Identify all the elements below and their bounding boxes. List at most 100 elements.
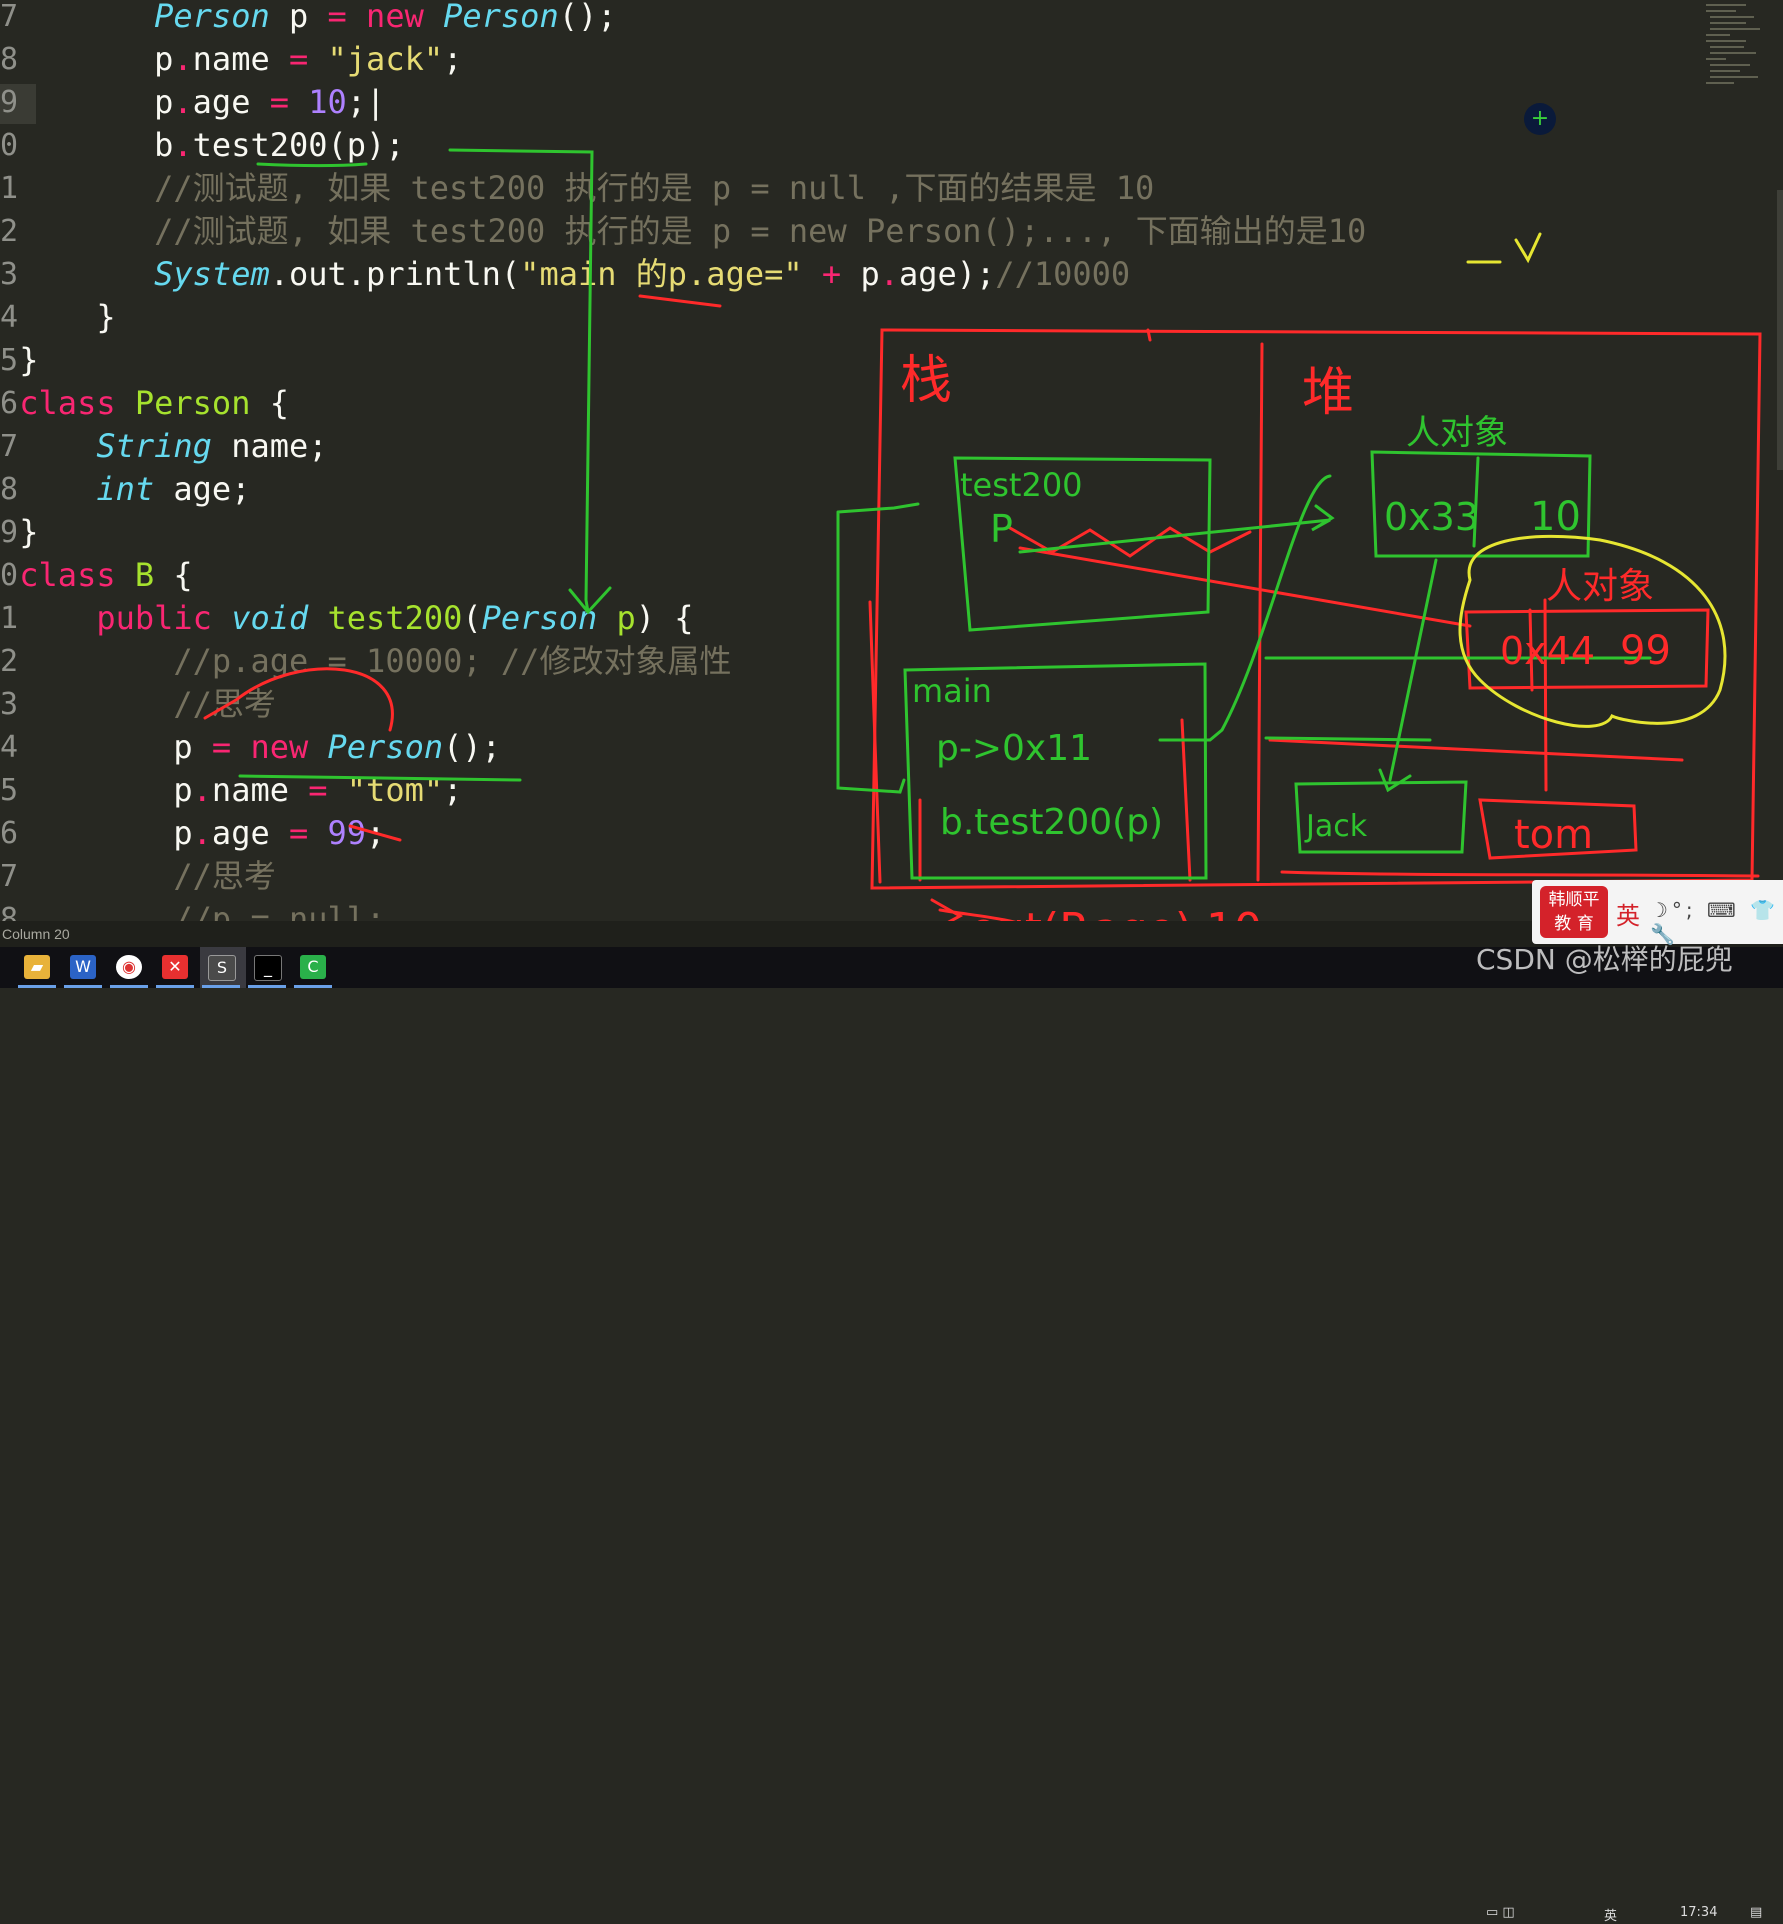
tray-clock[interactable]: 17:34: [1680, 1905, 1717, 1920]
eclipse-icon[interactable]: C: [300, 955, 326, 979]
code-token: }: [0, 298, 116, 336]
code-text: b.test200(p);: [0, 124, 405, 167]
tray-network-icon[interactable]: ▭ ◫: [1486, 1905, 1515, 1920]
code-token: test200(p);: [192, 126, 405, 164]
code-token: p: [0, 728, 212, 766]
code-token: Person: [443, 0, 559, 35]
code-text: }: [0, 339, 39, 382]
code-token: out: [288, 255, 347, 293]
code-editor[interactable]: 7 Person p = new Person(); 8 p.name = "ja…: [0, 0, 1783, 938]
code-token: p: [269, 0, 328, 35]
code-token: name: [192, 40, 289, 78]
notification-icon[interactable]: ▤: [1750, 1905, 1762, 1920]
code-token: =: [308, 771, 328, 809]
code-token: ;|: [346, 83, 386, 121]
code-token: ();: [443, 728, 501, 766]
code-token: String: [96, 427, 212, 465]
code-token: p: [616, 599, 636, 637]
ime-logo-line2: 教 育: [1554, 914, 1594, 934]
code-token: name: [211, 771, 309, 809]
code-text: }: [0, 296, 116, 339]
code-token: 99: [327, 814, 367, 852]
terminal-icon[interactable]: _: [254, 955, 282, 981]
tray-lang[interactable]: 英: [1604, 1905, 1617, 1924]
code-token: age);: [898, 255, 996, 293]
code-token: //10000: [995, 255, 1131, 293]
code-token: B: [134, 556, 155, 594]
csdn-watermark: CSDN @松榉的屁兜: [1476, 943, 1733, 976]
code-token: void: [231, 599, 309, 637]
code-token: =: [327, 0, 347, 35]
code-text: //p.age = 10000; //修改对象属性: [0, 640, 731, 683]
code-token: new: [250, 728, 309, 766]
code-token: p: [841, 255, 880, 293]
code-text: //思考: [0, 855, 276, 898]
code-token: =: [288, 814, 309, 852]
code-token: .: [173, 40, 193, 78]
code-text: //测试题, 如果 test200 执行的是 p = null ,下面的结果是 …: [0, 167, 1154, 210]
explorer-icon[interactable]: ▰: [24, 955, 50, 979]
code-token: ;: [366, 814, 386, 852]
status-column: Column 20: [2, 926, 70, 942]
code-token: test200: [327, 599, 463, 637]
code-token: =: [288, 40, 309, 78]
xmind-icon[interactable]: ✕: [162, 955, 188, 979]
code-text: p.name = "tom";: [0, 769, 462, 812]
ime-mode[interactable]: 英: [1616, 896, 1640, 931]
code-text: p.age = 99;: [0, 812, 385, 855]
code-token: println(: [366, 255, 521, 293]
code-text: }: [0, 511, 39, 554]
ime-logo: 韩顺平 教 育: [1540, 886, 1608, 938]
code-token: new: [366, 0, 424, 35]
code-text: p = new Person();: [0, 726, 501, 769]
code-text: //思考: [0, 683, 276, 726]
code-token: b: [0, 126, 174, 164]
code-token: "jack": [327, 40, 444, 78]
code-token: Person: [481, 599, 598, 637]
minimap[interactable]: [1700, 0, 1770, 100]
vertical-scrollbar[interactable]: [1777, 190, 1783, 470]
code-text: //测试题, 如果 test200 执行的是 p = new Person();…: [0, 210, 1366, 253]
mouse-cursor-icon: +: [1524, 103, 1556, 135]
chrome-icon[interactable]: ◉: [116, 955, 142, 979]
code-text: int age;: [0, 468, 250, 511]
code-token: age;: [154, 470, 251, 508]
code-token: p: [0, 40, 174, 78]
code-token: .: [879, 255, 899, 293]
code-token: (: [462, 599, 482, 637]
code-text: p.name = "jack";: [0, 38, 462, 81]
code-token: class: [19, 384, 116, 422]
code-token: +: [821, 255, 842, 293]
code-token: "main 的p.age=": [520, 255, 803, 293]
code-token: name;: [211, 427, 328, 465]
code-token: .: [192, 771, 212, 809]
code-token: .: [192, 814, 212, 852]
code-token: //测试题, 如果 test200 执行的是 p = null ,下面的结果是 …: [0, 169, 1155, 207]
code-token: ;: [443, 771, 463, 809]
ime-toolbar[interactable]: 韩顺平 教 育 英 ☽°; ⌨ 👕 🔧: [1532, 880, 1783, 946]
word-icon[interactable]: W: [70, 955, 96, 979]
code-text: String name;: [0, 425, 328, 468]
code-token: }: [0, 513, 39, 551]
code-token: p: [0, 83, 174, 121]
code-token: p: [0, 814, 193, 852]
code-text: p.age = 10;|: [0, 81, 385, 124]
sublime-icon[interactable]: S: [208, 955, 236, 981]
code-token: }: [0, 341, 39, 379]
